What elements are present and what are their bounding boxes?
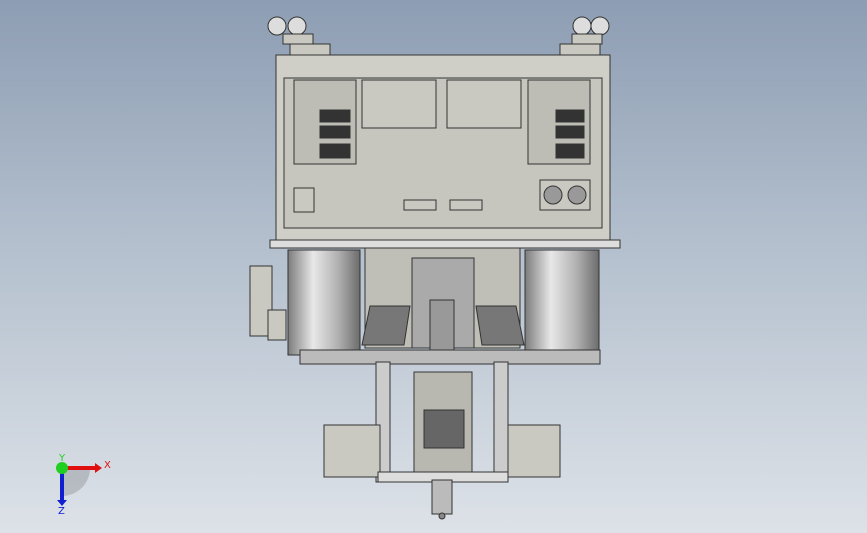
cad-viewport[interactable]: X Y Z — [0, 0, 867, 533]
coordinate-triad: X Y Z — [56, 453, 111, 517]
machine-model: X Y Z — [56, 16, 621, 520]
z-axis-label: Z — [58, 506, 65, 517]
drum-left — [287, 249, 361, 356]
drum-right — [524, 249, 600, 356]
y-axis-label: Y — [58, 453, 66, 464]
caster-left — [267, 16, 331, 57]
x-axis-label: X — [104, 460, 111, 471]
caster-right — [559, 16, 610, 57]
